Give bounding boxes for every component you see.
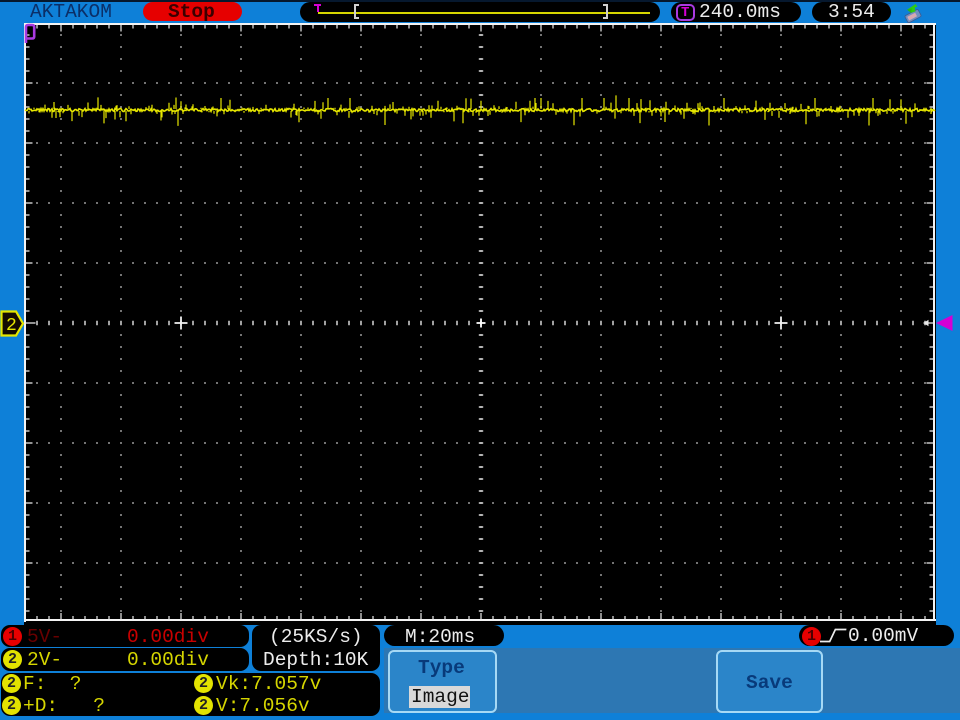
svg-text:2: 2	[6, 316, 17, 336]
